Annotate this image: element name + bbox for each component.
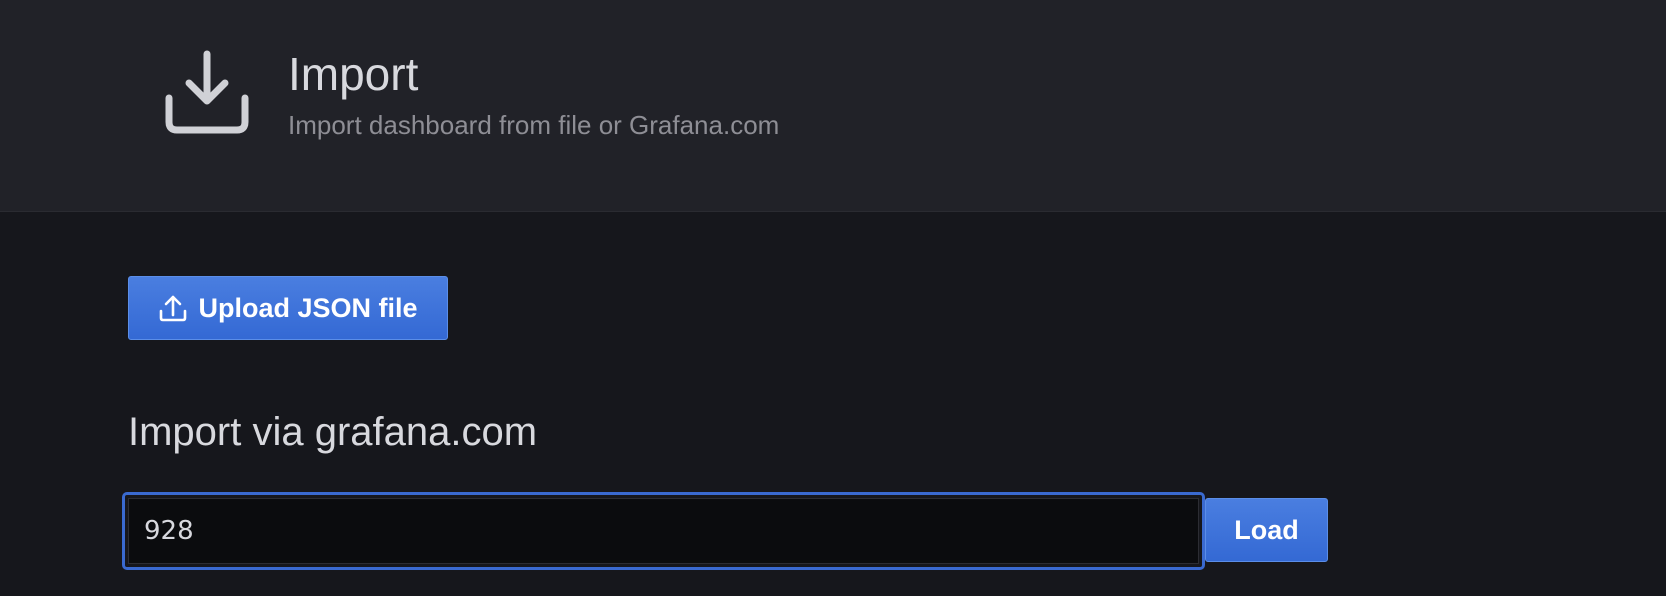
grafana-com-input-wrapper: [122, 492, 1205, 570]
upload-icon: [160, 295, 187, 322]
load-button[interactable]: Load: [1205, 498, 1328, 562]
upload-json-button-label: Upload JSON file: [198, 292, 418, 323]
grafana-com-section-title: Import via grafana.com: [128, 410, 538, 454]
page-subtitle: Import dashboard from file or Grafana.co…: [288, 110, 780, 140]
load-button-label: Load: [1234, 514, 1299, 545]
page-header: Import Import dashboard from file or Gra…: [0, 0, 1666, 212]
import-download-icon: [165, 50, 249, 134]
upload-json-button[interactable]: Upload JSON file: [128, 276, 448, 340]
page-title: Import: [288, 48, 419, 100]
grafana-com-dashboard-input[interactable]: [128, 498, 1199, 564]
